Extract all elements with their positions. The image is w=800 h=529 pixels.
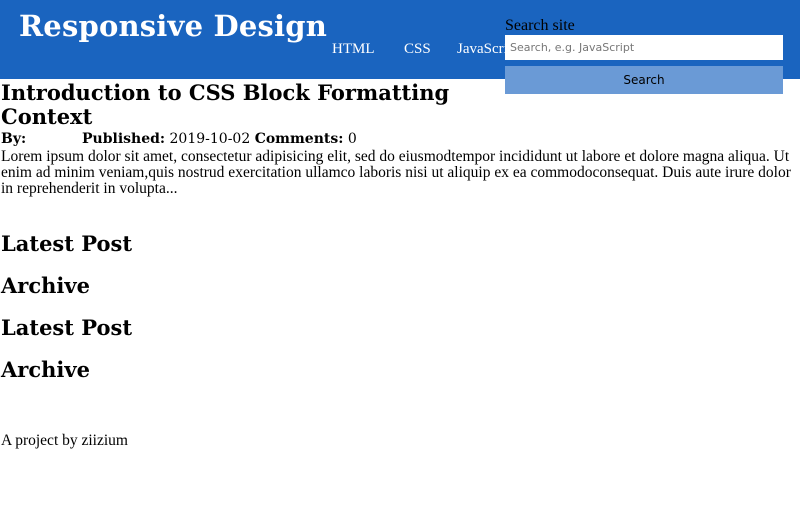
site-header: Responsive Design HTML CSS JavaScript Se… <box>0 0 800 94</box>
article-excerpt: Lorem ipsum dolor sit amet, consectetur … <box>1 148 791 197</box>
site-logo[interactable]: Responsive Design <box>19 9 327 43</box>
latest-post-heading: Latest Post <box>1 231 133 256</box>
nav-link-html[interactable]: HTML <box>332 41 375 58</box>
latest-post-heading: Latest Post <box>1 315 133 340</box>
author-label: By: <box>1 131 27 147</box>
article-meta: By: Published: 2019-10-02 Comments: 0 <box>1 131 601 148</box>
search-button[interactable]: Search <box>505 66 783 94</box>
archive-heading: Archive <box>1 357 90 382</box>
search-input[interactable] <box>505 35 783 60</box>
nav-link-css[interactable]: CSS <box>404 41 431 58</box>
footer-credit: A project by ziizium <box>1 432 128 449</box>
comments-label: Comments: <box>254 131 344 147</box>
search-label: Search site <box>505 17 575 34</box>
article-title[interactable]: Introduction to CSS Block Formatting Con… <box>1 81 481 129</box>
published-date: 2019-10-02 <box>169 131 251 147</box>
comments-count: 0 <box>347 131 357 147</box>
archive-heading: Archive <box>1 273 90 298</box>
published-label: Published: <box>82 131 166 147</box>
